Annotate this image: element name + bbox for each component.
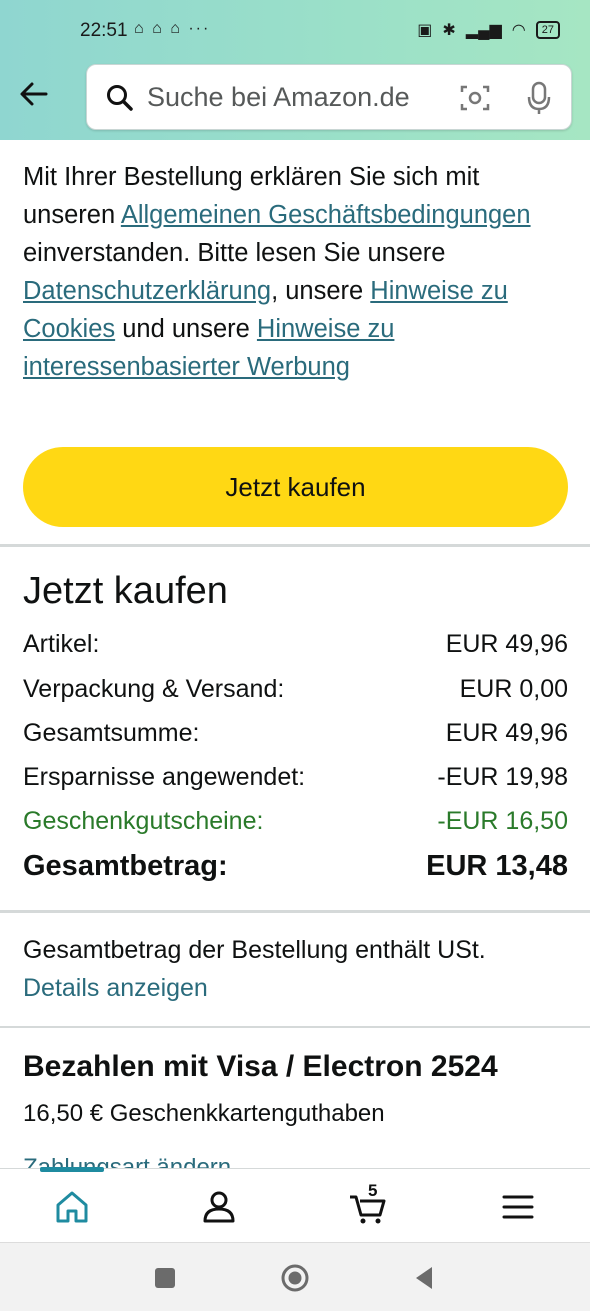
wifi-icon: ◠ [511, 22, 526, 39]
vat-notice: Gesamtbetrag der Bestellung enthält USt. [23, 936, 486, 964]
search-bar[interactable] [86, 64, 572, 130]
recents-icon[interactable] [150, 1263, 180, 1293]
divider [0, 910, 590, 913]
microphone-icon[interactable] [525, 81, 553, 115]
bottom-navigation: 5 [0, 1167, 590, 1242]
notification-icons: ⌂ ⌂ ⌂ ··· [134, 20, 211, 37]
summary-row-subtotal: Gesamtsumme: EUR 49,96 [23, 719, 568, 747]
menu-icon[interactable] [498, 1187, 538, 1227]
account-icon[interactable] [199, 1187, 239, 1227]
buy-now-button[interactable]: Jetzt kaufen [23, 447, 568, 527]
summary-row-giftcards: Geschenkgutscheine: -EUR 16,50 [23, 807, 568, 835]
payment-method-subtitle: 16,50 € Geschenkkartenguthaben [23, 1100, 385, 1127]
camera-icon[interactable] [459, 83, 491, 113]
system-navigation-bar [0, 1242, 590, 1311]
cart-button[interactable]: 5 [348, 1181, 388, 1227]
home-icon[interactable] [52, 1187, 92, 1227]
search-input[interactable] [147, 75, 447, 119]
status-bar: 22:51 ⌂ ⌂ ⌂ ··· ▣ ✱ ▂▄▆ ◠ 27 [0, 0, 590, 62]
privacy-link[interactable]: Datenschutzerklärung [23, 277, 271, 305]
back-triangle-icon[interactable] [410, 1263, 440, 1293]
bluetooth-icon: ✱ [442, 22, 456, 39]
signal-icon: ▂▄▆ [465, 22, 502, 39]
status-time: 22:51 [80, 20, 128, 41]
active-tab-indicator [40, 1167, 104, 1172]
summary-row-savings: Ersparnisse angewendet: -EUR 19,98 [23, 763, 568, 791]
summary-row-shipping: Verpackung & Versand: EUR 0,00 [23, 675, 568, 703]
search-icon [107, 85, 133, 111]
cart-count-badge: 5 [368, 1181, 378, 1200]
back-arrow-icon[interactable] [16, 76, 52, 112]
summary-row-total: Gesamtbetrag: EUR 13,48 [23, 850, 568, 882]
system-indicators: ▣ ✱ ▂▄▆ ◠ 27 [417, 20, 560, 40]
nfc-icon: ▣ [417, 22, 433, 39]
details-link[interactable]: Details anzeigen [23, 974, 208, 1003]
home-circle-icon[interactable] [280, 1263, 310, 1293]
divider [0, 1026, 590, 1028]
summary-row-items: Artikel: EUR 49,96 [23, 630, 568, 658]
payment-method-title: Bezahlen mit Visa / Electron 2524 [23, 1050, 498, 1083]
order-summary-title: Jetzt kaufen [23, 570, 228, 612]
legal-notice: Mit Ihrer Bestellung erklären Sie sich m… [23, 163, 531, 381]
battery-icon: 27 [535, 21, 560, 39]
terms-link[interactable]: Allgemeinen Geschäftsbedingungen [121, 201, 531, 229]
divider [0, 544, 590, 547]
